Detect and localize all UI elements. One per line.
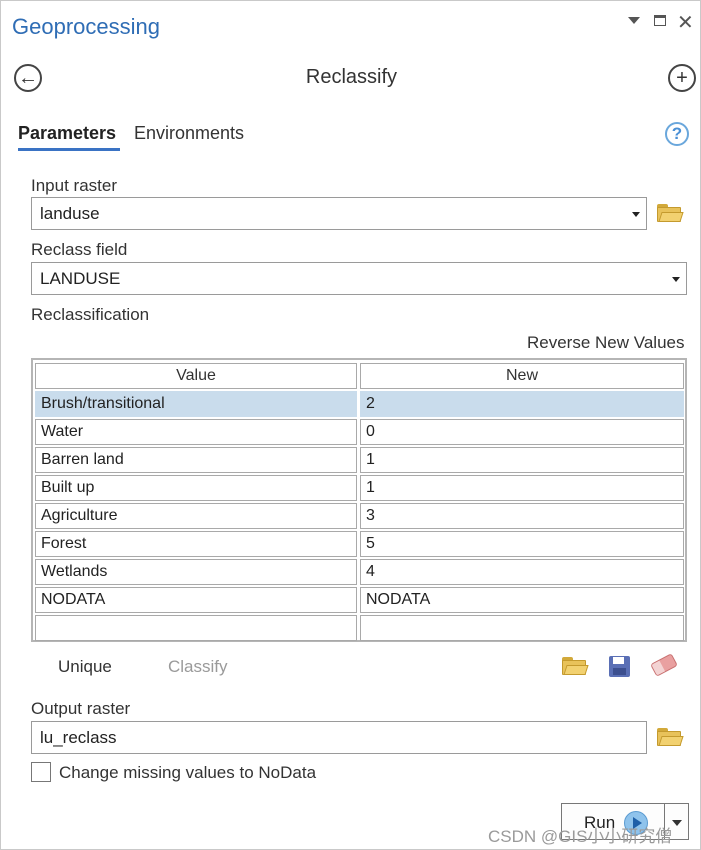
new-value-cell[interactable]: 1: [360, 475, 684, 501]
missing-values-label: Change missing values to NoData: [59, 763, 317, 782]
maximize-icon[interactable]: [654, 15, 666, 26]
new-value-cell[interactable]: 5: [360, 531, 684, 557]
eraser-icon[interactable]: [650, 653, 678, 677]
reverse-new-values-button[interactable]: Reverse New Values: [527, 333, 684, 353]
new-value-cell[interactable]: 1: [360, 447, 684, 473]
load-remap-table-icon[interactable]: [562, 657, 589, 677]
column-header-new[interactable]: New: [360, 363, 684, 389]
input-raster-dropdown[interactable]: landuse: [31, 197, 647, 230]
chevron-down-icon: [632, 212, 640, 217]
new-value-cell[interactable]: NODATA: [360, 587, 684, 613]
value-cell[interactable]: [35, 615, 357, 641]
watermark: CSDN @GIS小小研究僧: [488, 827, 673, 846]
active-tab-indicator: [18, 148, 120, 151]
pane-menu-dropdown-icon[interactable]: [628, 17, 640, 24]
new-value-cell[interactable]: 4: [360, 559, 684, 585]
reclassification-label: Reclassification: [31, 305, 150, 324]
classify-button[interactable]: Classify: [168, 657, 228, 677]
output-raster-input[interactable]: lu_reclass: [31, 721, 647, 754]
column-header-value[interactable]: Value: [35, 363, 357, 389]
value-cell[interactable]: Forest: [35, 531, 357, 557]
add-icon[interactable]: +: [668, 64, 696, 92]
chevron-down-icon: [672, 277, 680, 282]
value-cell[interactable]: Wetlands: [35, 559, 357, 585]
geoprocessing-pane: Geoprocessing ✕ ← Reclassify + Parameter…: [0, 0, 701, 850]
value-cell[interactable]: NODATA: [35, 587, 357, 613]
tool-title: Reclassify: [305, 66, 398, 88]
reclassification-table: Value New Brush/transitional 2 Water 0 B…: [31, 358, 687, 642]
input-raster-label: Input raster: [31, 176, 117, 195]
tab-parameters[interactable]: Parameters: [18, 123, 116, 144]
new-value-cell[interactable]: 3: [360, 503, 684, 529]
output-raster-value: lu_reclass: [40, 728, 117, 747]
close-icon[interactable]: ✕: [677, 10, 694, 35]
browse-folder-icon[interactable]: [657, 204, 684, 224]
value-cell[interactable]: Agriculture: [35, 503, 357, 529]
missing-values-checkbox[interactable]: [31, 762, 51, 782]
value-cell[interactable]: Built up: [35, 475, 357, 501]
output-raster-label: Output raster: [31, 699, 131, 718]
new-value-cell[interactable]: [360, 615, 684, 641]
reclass-field-value: LANDUSE: [40, 269, 121, 288]
value-cell[interactable]: Brush/transitional: [35, 391, 357, 417]
pane-title: Geoprocessing: [12, 14, 160, 39]
reclass-field-label: Reclass field: [31, 240, 128, 259]
tab-environments[interactable]: Environments: [134, 123, 244, 144]
browse-folder-icon[interactable]: [657, 728, 684, 748]
new-value-cell[interactable]: 0: [360, 419, 684, 445]
value-cell[interactable]: Water: [35, 419, 357, 445]
unique-button[interactable]: Unique: [58, 657, 112, 677]
reclass-field-dropdown[interactable]: LANDUSE: [31, 262, 687, 295]
value-cell[interactable]: Barren land: [35, 447, 357, 473]
save-icon[interactable]: [609, 656, 630, 677]
help-icon[interactable]: ?: [665, 122, 689, 146]
input-raster-value: landuse: [40, 204, 100, 223]
new-value-cell[interactable]: 2: [360, 391, 684, 417]
